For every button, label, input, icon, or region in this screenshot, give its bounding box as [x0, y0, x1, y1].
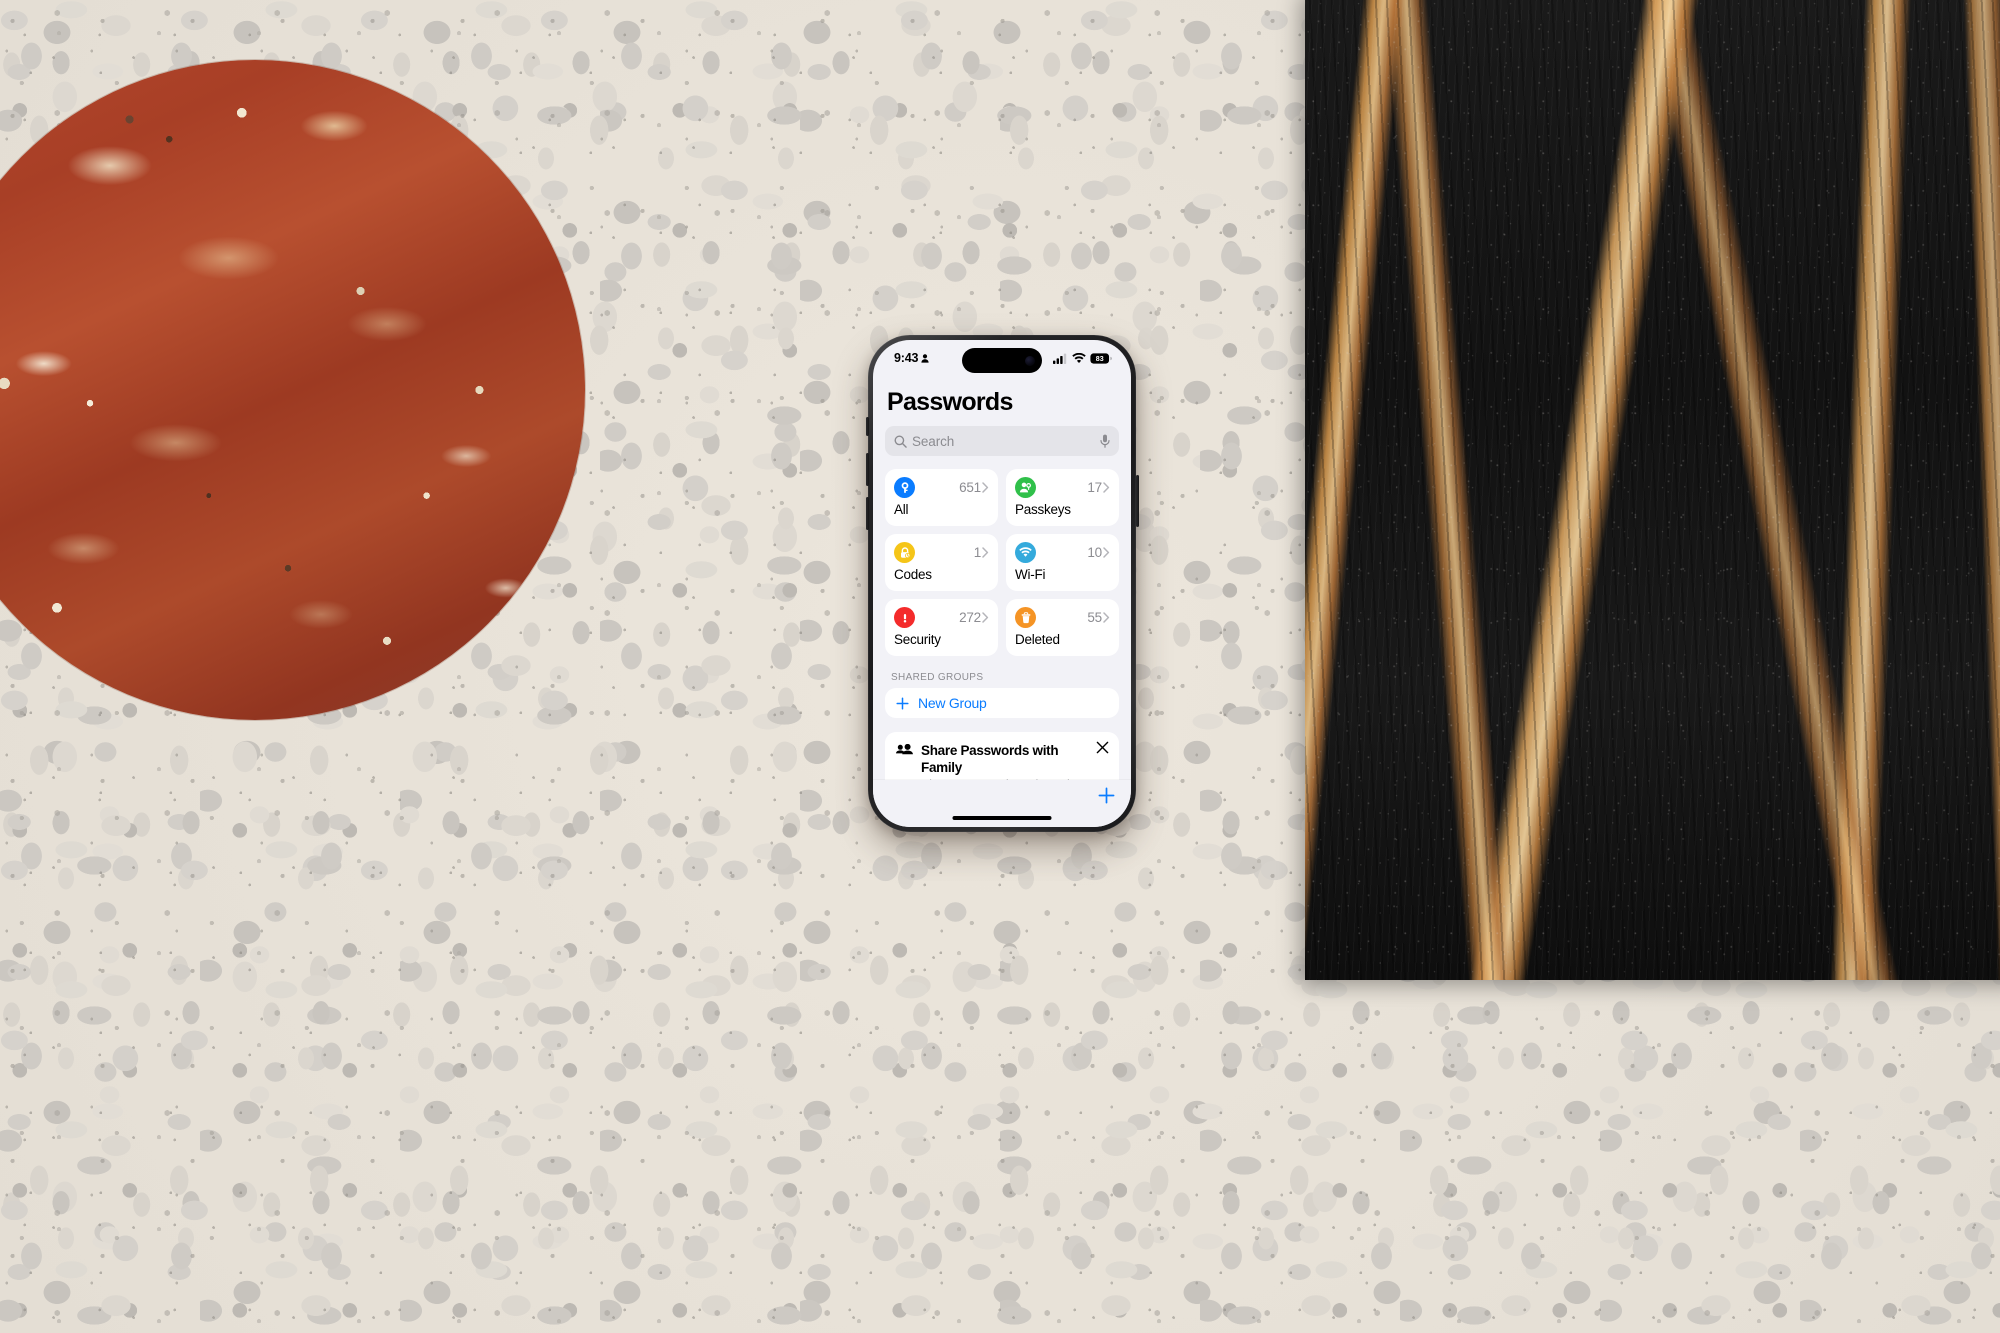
power-button[interactable]	[1135, 475, 1139, 527]
category-count-group: 272	[959, 610, 989, 625]
category-grid: 651 All 17 Passkeys 1 Codes 10 Wi-Fi 272…	[885, 469, 1119, 656]
search-input[interactable]: Search	[885, 426, 1119, 456]
bottom-toolbar	[873, 780, 1131, 827]
travertine-inclusions	[0, 60, 585, 720]
new-group-button[interactable]: New Group	[885, 688, 1119, 718]
category-card-top: 10	[1015, 542, 1110, 563]
chevron-right-icon	[982, 482, 989, 493]
category-count: 55	[1087, 610, 1102, 625]
promo-title: Share Passwords with Family	[921, 743, 1059, 775]
app-content: Passwords Search 651 All 17 Passkeys 1 C…	[873, 374, 1131, 780]
dynamic-island	[962, 348, 1042, 373]
front-camera	[1025, 355, 1035, 366]
volume-down-button[interactable]	[865, 497, 869, 530]
category-count-group: 17	[1087, 480, 1110, 495]
status-bar-right: 83	[1053, 351, 1112, 364]
scene: 9:43 83 Passwords Search 651 All 17 Pass…	[0, 0, 2000, 1333]
iphone-device: 9:43 83 Passwords Search 651 All 17 Pass…	[865, 335, 1139, 832]
person-key-icon	[1015, 477, 1036, 498]
lock-clock-icon	[894, 542, 915, 563]
microphone-icon[interactable]	[1100, 434, 1110, 448]
shared-groups-header: SHARED GROUPS	[891, 672, 984, 683]
granite-streaks	[1305, 0, 2000, 980]
trash-icon	[1015, 607, 1036, 628]
category-label: Security	[894, 632, 941, 647]
category-count-group: 1	[974, 545, 989, 560]
share-passwords-promo-card[interactable]: Share Passwords with Family Share passwo…	[885, 732, 1119, 780]
promo-body: Share Passwords with Family Share passwo…	[921, 742, 1108, 780]
category-card-top: 1	[894, 542, 989, 563]
category-count-group: 651	[959, 480, 989, 495]
chevron-right-icon	[1103, 547, 1110, 558]
red-travertine-circle	[0, 60, 585, 720]
wifi-icon	[1015, 542, 1036, 563]
category-count-group: 10	[1087, 545, 1110, 560]
battery-icon: 83	[1090, 352, 1112, 364]
status-bar-left: 9:43	[894, 349, 929, 365]
category-card-top: 651	[894, 477, 989, 498]
status-bar: 9:43 83	[873, 340, 1131, 374]
phone-screen: 9:43 83 Passwords Search 651 All 17 Pass…	[873, 340, 1131, 827]
search-icon	[894, 435, 907, 448]
key-icon	[894, 477, 915, 498]
category-card-wifi[interactable]: 10 Wi-Fi	[1006, 534, 1119, 591]
category-count: 1	[973, 545, 982, 560]
new-group-label: New Group	[918, 695, 987, 711]
volume-up-button[interactable]	[865, 453, 869, 486]
category-card-top: 55	[1015, 607, 1110, 628]
cellular-bars-icon	[1053, 353, 1067, 364]
exclamation-icon	[894, 607, 915, 628]
category-label: Passkeys	[1015, 502, 1071, 517]
silent-switch[interactable]	[865, 417, 869, 436]
chevron-right-icon	[982, 547, 989, 558]
category-count: 10	[1087, 545, 1102, 560]
two-people-icon	[896, 744, 913, 755]
category-label: All	[894, 502, 909, 517]
category-count: 17	[1087, 480, 1102, 495]
clock-time: 9:43	[894, 351, 919, 365]
category-card-codes[interactable]: 1 Codes	[885, 534, 998, 591]
home-indicator[interactable]	[952, 816, 1052, 820]
wifi-icon	[1072, 352, 1086, 363]
category-count: 651	[959, 480, 981, 495]
chevron-right-icon	[982, 612, 989, 623]
category-label: Codes	[894, 567, 932, 582]
category-count: 272	[959, 610, 981, 625]
category-card-deleted[interactable]: 55 Deleted	[1006, 599, 1119, 656]
category-label: Deleted	[1015, 632, 1060, 647]
category-card-passkeys[interactable]: 17 Passkeys	[1006, 469, 1119, 526]
page-title: Passwords	[887, 388, 1013, 416]
category-count-group: 55	[1087, 610, 1110, 625]
chevron-right-icon	[1103, 612, 1110, 623]
plus-icon	[896, 696, 909, 710]
category-card-all[interactable]: 651 All	[885, 469, 998, 526]
black-granite-slab	[1305, 0, 2000, 980]
search-placeholder: Search	[912, 433, 955, 449]
chevron-right-icon	[1103, 482, 1110, 493]
add-password-button[interactable]	[1098, 787, 1115, 804]
category-card-security[interactable]: 272 Security	[885, 599, 998, 656]
close-icon[interactable]	[1096, 741, 1109, 754]
battery-level-text: 83	[1096, 355, 1104, 363]
category-card-top: 272	[894, 607, 989, 628]
category-card-top: 17	[1015, 477, 1110, 498]
person-icon	[921, 353, 929, 363]
category-label: Wi-Fi	[1015, 567, 1046, 582]
